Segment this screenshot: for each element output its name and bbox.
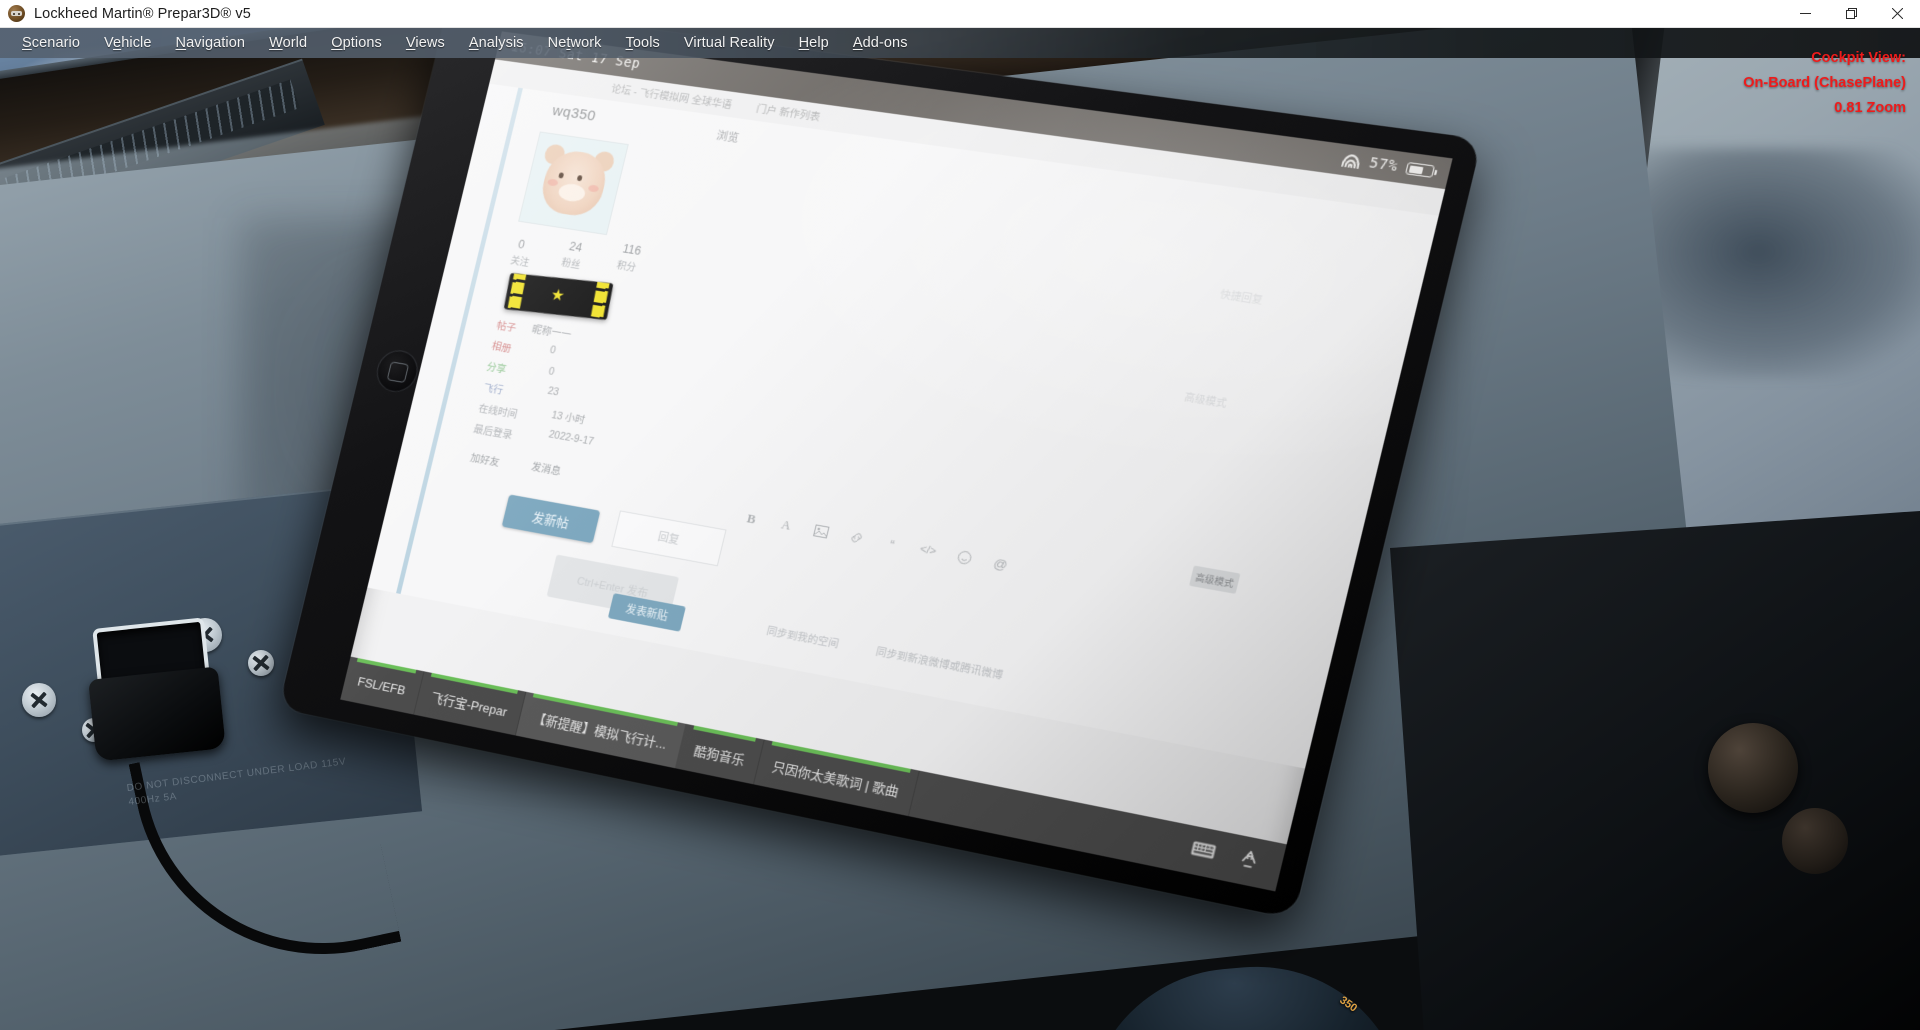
menu-bar[interactable]: Scenario Vehicle Navigation World Option… xyxy=(0,28,1920,58)
font-color-icon[interactable]: A xyxy=(776,516,795,534)
recycle-icon[interactable] xyxy=(1235,846,1263,876)
publish-button[interactable]: 发表新贴 xyxy=(607,593,686,632)
info-key: 帖子 xyxy=(495,319,518,335)
battery-icon xyxy=(1404,161,1436,178)
info-key: 相册 xyxy=(490,340,513,355)
gauge-number: 350 xyxy=(1337,994,1360,1015)
info-value: 0 xyxy=(547,365,556,378)
cockpit-knob-small xyxy=(1782,808,1848,874)
menu-item-navigation[interactable]: Navigation xyxy=(164,32,258,54)
menu-item-world[interactable]: World xyxy=(257,32,319,54)
taskbar-item-label: 酷狗音乐 xyxy=(692,742,747,768)
info-key: 分享 xyxy=(485,361,508,376)
share-link[interactable]: 同步到新浪微博或腾讯微博 xyxy=(874,644,1004,683)
image-icon[interactable] xyxy=(812,522,831,540)
hud-line-view-mode: Cockpit View: xyxy=(1811,50,1906,66)
menu-item-views[interactable]: Views xyxy=(394,32,457,54)
new-post-button[interactable]: 发新帖 xyxy=(501,494,601,544)
right-fuselage-dark xyxy=(1390,503,1920,1030)
info-key: 飞行 xyxy=(482,382,505,397)
maximize-button[interactable] xyxy=(1828,0,1874,28)
action-add-friend[interactable]: 加好友 xyxy=(469,450,501,469)
window-controls[interactable] xyxy=(1782,0,1920,28)
info-value: 23 xyxy=(546,385,561,399)
info-value: 13 小时 xyxy=(550,409,587,427)
faint-right-label: 快捷回复 xyxy=(1218,289,1264,307)
editor-toolbar[interactable]: B A “ </> @ xyxy=(741,505,1169,606)
simulator-3d-view[interactable]: DO NOT DISCONNECT UNDER LOAD 115V 400Hz … xyxy=(0,28,1920,1030)
menu-item-network[interactable]: Network xyxy=(536,32,614,54)
rank-badge: ★ xyxy=(503,272,614,320)
quote-icon[interactable]: “ xyxy=(882,535,902,554)
reply-button[interactable]: 回复 xyxy=(611,510,727,567)
close-button[interactable] xyxy=(1874,0,1920,28)
battery-percent-label: 57% xyxy=(1367,154,1400,176)
hud-line-zoom: 0.81 Zoom xyxy=(1834,100,1906,116)
keyboard-icon[interactable] xyxy=(1189,840,1217,864)
wifi-icon xyxy=(1341,152,1363,169)
stat-label: 积分 xyxy=(615,260,637,274)
menu-item-options[interactable]: Options xyxy=(319,32,394,54)
action-send-message[interactable]: 发消息 xyxy=(530,459,563,478)
plate-screw xyxy=(22,683,56,717)
window-title-bar[interactable]: Lockheed Martin® Prepar3D® v5 xyxy=(0,0,1920,28)
link-icon[interactable] xyxy=(847,529,867,547)
menu-item-analysis[interactable]: Analysis xyxy=(457,32,536,54)
stat-label: 粉丝 xyxy=(560,257,582,272)
stat-value: 24 xyxy=(567,239,584,255)
taskbar-item-label: FSL/EFB xyxy=(356,673,408,698)
hud-line-camera: On-Board (ChasePlane) xyxy=(1743,75,1906,91)
browser-tab[interactable]: 门户 新作列表 xyxy=(755,101,822,124)
sync-link[interactable]: 同步到我的空间 xyxy=(765,623,840,651)
bold-icon[interactable]: B xyxy=(742,510,761,528)
emoji-icon[interactable] xyxy=(954,548,974,567)
info-value: 2022-9-17 xyxy=(547,428,595,448)
profile-tab-browse[interactable]: 浏览 xyxy=(715,127,741,145)
menu-item-virtual-reality[interactable]: Virtual Reality xyxy=(672,32,787,54)
mention-icon[interactable]: @ xyxy=(991,554,1011,573)
stat-label: 关注 xyxy=(509,255,531,269)
rank-stripe-left xyxy=(507,273,527,311)
info-value: 昵称一一 xyxy=(530,323,573,342)
menu-item-add-ons[interactable]: Add-ons xyxy=(841,32,920,54)
taskbar-item-label: 飞行宝-Prepar xyxy=(429,689,509,719)
stat-value: 116 xyxy=(621,241,643,258)
menu-item-help[interactable]: Help xyxy=(787,32,841,54)
composer-footer-links[interactable]: 同步到我的空间 同步到新浪微博或腾讯微博 xyxy=(765,623,1005,682)
window-title: Lockheed Martin® Prepar3D® v5 xyxy=(34,5,251,22)
minimize-button[interactable] xyxy=(1782,0,1828,28)
menu-item-tools[interactable]: Tools xyxy=(614,32,672,54)
menu-item-scenario[interactable]: Scenario xyxy=(10,32,92,54)
editor-mode-badge[interactable]: 高级模式 xyxy=(1189,565,1241,594)
p3d-logo-icon xyxy=(8,5,25,22)
cockpit-knob-large xyxy=(1708,723,1798,813)
info-value: 0 xyxy=(548,344,557,357)
rank-stripe-right xyxy=(590,281,610,320)
faint-right-label: 高级模式 xyxy=(1182,392,1228,411)
menu-item-vehicle[interactable]: Vehicle xyxy=(92,32,163,54)
avatar[interactable] xyxy=(518,131,629,236)
code-icon[interactable]: </> xyxy=(918,541,938,560)
rank-star-icon: ★ xyxy=(549,286,566,305)
profile-username: wq350 xyxy=(550,102,598,125)
stat-value: 0 xyxy=(516,237,527,252)
info-key: 最后登录 xyxy=(472,423,514,442)
plate-screw xyxy=(248,650,274,676)
info-key: 在线时间 xyxy=(477,402,519,421)
chaseplane-hud: Cockpit View: On-Board (ChasePlane) 0.81… xyxy=(1743,46,1906,121)
